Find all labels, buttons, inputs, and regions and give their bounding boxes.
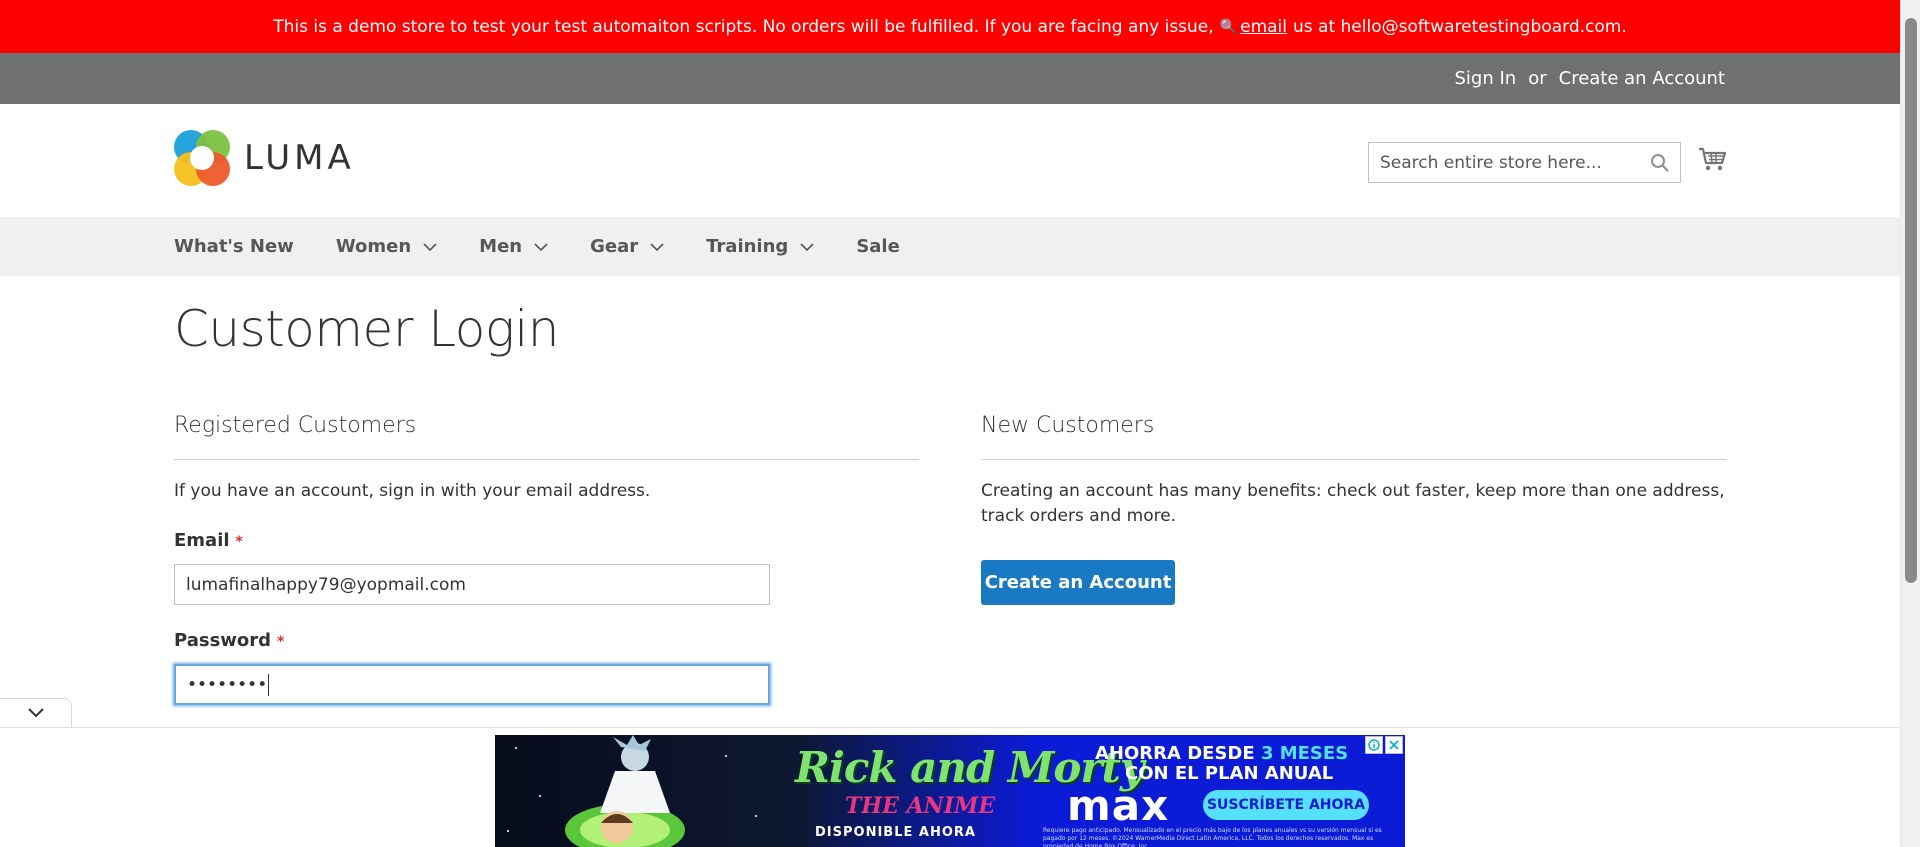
ad-info-icon[interactable]: [1365, 736, 1383, 754]
demo-notice-banner: This is a demo store to test your test a…: [0, 0, 1900, 53]
email-label-text: Email: [174, 530, 230, 551]
password-label: Password *: [174, 630, 284, 651]
create-account-link[interactable]: Create an Account: [1559, 68, 1725, 89]
sign-in-link[interactable]: Sign In: [1455, 68, 1517, 89]
main-navigation: What's New Women Men Gear Training Sale: [0, 217, 1900, 276]
email-value: lumafinalhappy79@yopmail.com: [186, 574, 466, 595]
email-link[interactable]: email: [1240, 17, 1287, 37]
create-account-button[interactable]: Create an Account: [981, 560, 1175, 605]
new-customers-intro: Creating an account has many benefits: c…: [981, 481, 1725, 526]
demo-notice-suffix: us at hello@softwaretestingboard.com.: [1293, 16, 1627, 37]
top-links-bar: Sign In or Create an Account: [0, 53, 1900, 104]
search-icon[interactable]: [1650, 153, 1670, 173]
nav-item-women[interactable]: Women: [336, 236, 437, 257]
email-field[interactable]: lumafinalhappy79@yopmail.com: [174, 564, 770, 605]
ad-promo-highlight: 3 MESES: [1260, 743, 1349, 764]
nav-item-label: Women: [335, 236, 412, 257]
password-label-text: Password: [174, 630, 272, 651]
ad-banner[interactable]: Rick and Morty THE ANIME DISPONIBLE AHOR…: [495, 735, 1405, 847]
nav-item-label: Training: [706, 236, 789, 257]
nav-item-label: Gear: [590, 236, 639, 257]
nav-item-training[interactable]: Training: [706, 236, 814, 257]
registered-customers-intro: If you have an account, sign in with you…: [174, 481, 651, 501]
chevron-down-icon: [423, 242, 437, 251]
password-value: ••••••••: [187, 674, 268, 695]
chevron-down-icon: [534, 242, 548, 251]
search-input[interactable]: [1369, 143, 1639, 182]
demo-notice-text: This is a demo store to test your test a…: [273, 16, 1214, 37]
text-caret: [268, 673, 270, 696]
chevron-down-icon: [650, 242, 664, 251]
registered-customers-title: Registered Customers: [174, 413, 417, 438]
site-header: LUMA: [0, 104, 1900, 217]
nav-item-label: What's New: [174, 236, 294, 257]
chevron-down-icon: [27, 708, 44, 718]
page-scrollbar[interactable]: [1900, 0, 1920, 847]
password-field[interactable]: ••••••••: [174, 664, 770, 705]
ad-brand-logo: max: [1067, 781, 1170, 830]
logo-text: LUMA: [244, 138, 355, 178]
cartoon-characters-image: [565, 735, 685, 847]
nav-item-men[interactable]: Men: [479, 236, 548, 257]
nav-item-label: Sale: [856, 236, 900, 257]
required-mark: *: [277, 634, 285, 650]
search-box: [1368, 142, 1681, 183]
ad-subtitle: THE ANIME: [845, 793, 996, 819]
divider: [981, 459, 1726, 460]
ad-available: DISPONIBLE AHORA: [815, 825, 976, 840]
luma-logo[interactable]: LUMA: [174, 130, 355, 186]
luma-logo-icon: [174, 130, 230, 186]
page-title: Customer Login: [174, 300, 559, 358]
nav-item-gear[interactable]: Gear: [590, 236, 664, 257]
or-separator: or: [1528, 68, 1547, 89]
ad-promo-line1: AHORRA DESDE 3 MESES: [1095, 743, 1348, 764]
ad-promo-prefix: AHORRA DESDE: [1095, 743, 1255, 764]
nav-item-sale[interactable]: Sale: [856, 236, 900, 257]
ad-fine-print: Requiere pago anticipado. Mensualizado e…: [1043, 827, 1382, 847]
nav-item-whats-new[interactable]: What's New: [174, 236, 294, 257]
magnifier-icon: 🔍: [1219, 18, 1238, 35]
email-label: Email *: [174, 530, 243, 551]
ad-close-icon[interactable]: [1385, 736, 1403, 754]
ad-subscribe-button[interactable]: SUSCRÍBETE AHORA: [1203, 790, 1369, 820]
ad-collapse-toggle[interactable]: [0, 698, 72, 727]
scrollbar-thumb[interactable]: [1905, 18, 1917, 583]
cart-icon[interactable]: [1697, 144, 1727, 174]
required-mark: *: [235, 534, 243, 550]
new-customers-title: New Customers: [981, 413, 1155, 438]
divider: [174, 459, 919, 460]
chevron-down-icon: [800, 242, 814, 251]
nav-item-label: Men: [479, 236, 523, 257]
